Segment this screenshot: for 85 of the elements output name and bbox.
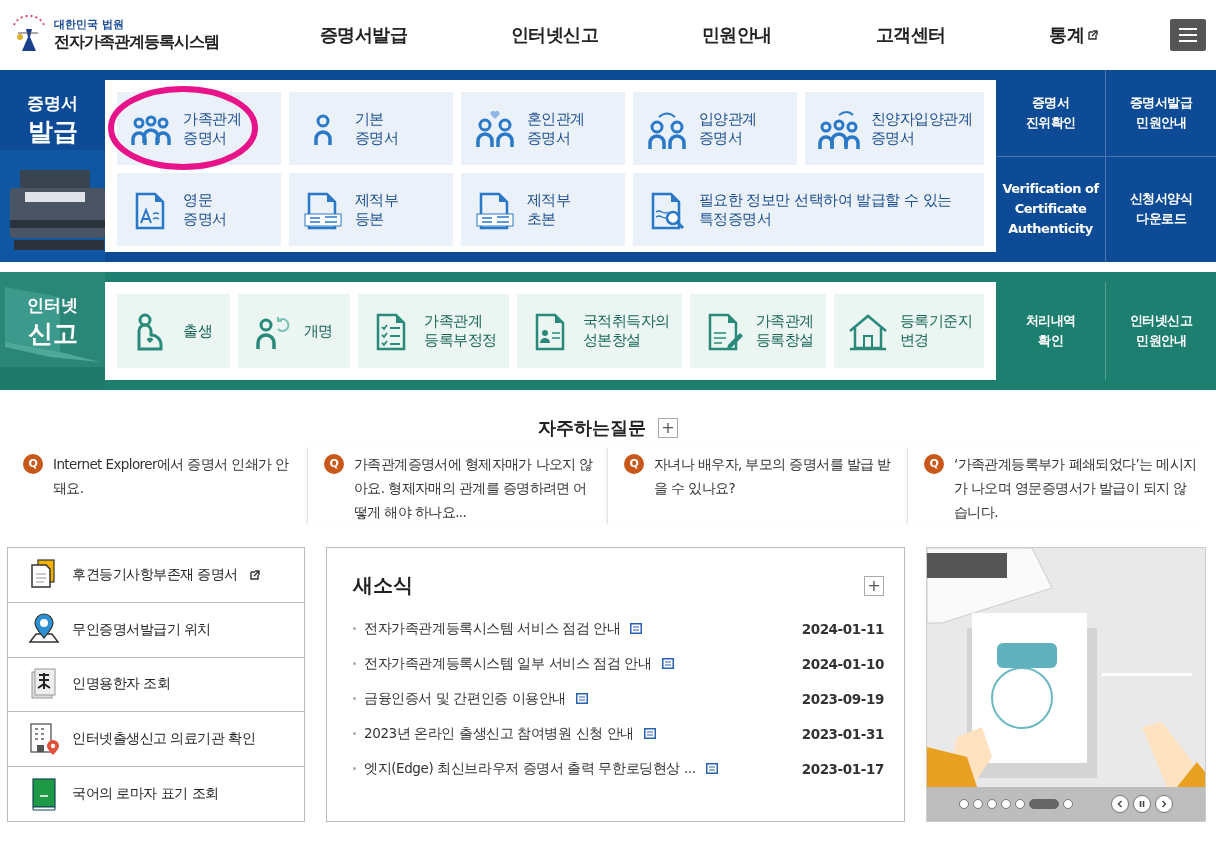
pause-button[interactable]	[1133, 795, 1151, 813]
bullet-icon	[353, 732, 356, 735]
slide-dot[interactable]	[973, 799, 983, 809]
more-button[interactable]: +	[864, 575, 884, 596]
service-tile[interactable]: 혼인관계 증명서	[460, 92, 625, 165]
memo-icon	[630, 623, 643, 634]
faq-item[interactable]: Q ‘가족관계등록부가 폐쇄되었다’는 메시지가 나오며 영문증명서가 발급이 되지 않습니다.	[907, 448, 1207, 524]
news-link[interactable]: 엣지(Edge) 최신브라우저 증명서 출력 무한로딩현상 ...	[364, 759, 696, 778]
service-tile[interactable]: 제적부 등본	[288, 173, 453, 246]
shortcut-link[interactable]: 인명용한자 조회	[8, 657, 304, 713]
quick-link[interactable]: 처리내역 확인	[996, 282, 1106, 380]
quick-link[interactable]: Verification of Certificate Authenticity	[996, 156, 1106, 262]
service-tile[interactable]: 국적취득자의 성본창설	[516, 294, 682, 368]
news-link[interactable]: 전자가족관계등록시스템 서비스 점검 안내	[364, 619, 621, 638]
more-button[interactable]: +	[658, 418, 678, 438]
adoption3-icon	[816, 108, 861, 149]
news-date: 2024-01-10	[801, 655, 884, 672]
service-tile[interactable]: 개명	[237, 294, 350, 368]
slide-dot[interactable]	[959, 799, 969, 809]
slide-dot[interactable]	[1001, 799, 1011, 809]
menu-button[interactable]	[1170, 19, 1206, 51]
section-title: 발급	[26, 116, 79, 148]
faq-item[interactable]: Q 가족관계증명서에 형제자매가 나오지 않아요. 형제자매의 관계를 증명하려면 어떻게 해야 하나요...	[307, 448, 607, 524]
nav-link[interactable]: 통계	[1049, 23, 1099, 47]
section-title: 증명서	[26, 92, 79, 115]
news-link[interactable]: 금융인증서 및 간편인증 이용안내	[364, 689, 567, 708]
quick-link[interactable]: 증명서발급 민원안내	[1106, 70, 1216, 157]
service-tile[interactable]: 입양관계 증명서	[632, 92, 797, 165]
news-date: 2024-01-11	[801, 620, 884, 637]
nav-link[interactable]: 인터넷신고	[510, 23, 599, 47]
external-link-icon	[249, 569, 260, 580]
news-date: 2023-09-19	[801, 690, 884, 707]
memo-icon	[705, 763, 718, 774]
memo-icon	[643, 728, 656, 739]
chevron-right-icon	[1160, 800, 1168, 808]
bullet-icon	[353, 662, 356, 665]
pause-icon	[1138, 800, 1146, 808]
question-badge: Q	[924, 454, 944, 474]
nav-link[interactable]: 증명서발급	[319, 23, 408, 47]
service-tile[interactable]: 등록기준지 변경	[833, 294, 984, 368]
next-button[interactable]	[1155, 795, 1173, 813]
service-tile[interactable]: 제적부 초본	[460, 173, 625, 246]
memo-icon	[576, 693, 589, 704]
menu-icon	[1179, 28, 1197, 42]
service-tile[interactable]: 가족관계 등록부정정	[358, 294, 509, 368]
service-tile[interactable]: 영문 증명서	[117, 173, 281, 246]
external-link-icon	[1088, 30, 1099, 40]
quick-link[interactable]: 증명서 진위확인	[996, 70, 1106, 157]
nav-link[interactable]: 고객센터	[875, 23, 946, 47]
question-badge: Q	[624, 454, 644, 474]
news-date: 2023-01-31	[801, 725, 884, 742]
service-tile[interactable]: 필요한 정보만 선택하여 발급할 수 있는 특정증명서	[632, 173, 984, 246]
service-tile[interactable]: 출생	[117, 294, 230, 368]
service-tile[interactable]: 기본 증명서	[288, 92, 453, 165]
service-tile[interactable]: 가족관계 등록창설	[689, 294, 826, 368]
question-badge: Q	[324, 454, 344, 474]
quick-link[interactable]: 신청서양식 다운로드	[1106, 156, 1216, 262]
org-name: 대한민국 법원	[54, 17, 125, 32]
memo-icon	[661, 658, 674, 669]
faq-item[interactable]: Q Internet Explorer에서 증명서 인쇄가 안돼요.	[7, 448, 307, 524]
news-date: 2023-01-17	[801, 760, 884, 777]
nav-link[interactable]: 민원안내	[702, 23, 772, 47]
news-link[interactable]: 전자가족관계등록시스템 일부 서비스 점검 안내	[364, 654, 652, 673]
service-tile[interactable]: 친양자입양관계 증명서	[804, 92, 984, 165]
bullet-icon	[353, 627, 356, 630]
slide-dot[interactable]	[1015, 799, 1025, 809]
shortcut-link[interactable]: 인터넷출생신고 의료기관 확인	[8, 712, 304, 768]
slide-dot[interactable]	[987, 799, 997, 809]
chevron-left-icon	[1116, 800, 1124, 808]
question-badge: Q	[23, 454, 43, 474]
quick-link[interactable]: 인터넷신고 민원안내	[1106, 282, 1216, 380]
shortcut-link[interactable]: 국어의 로마자 표기 조회	[8, 767, 304, 821]
shortcut-link[interactable]: 무인증명서발급기 위치	[8, 602, 304, 658]
news-link[interactable]: 2023년 온라인 출생신고 참여병원 신청 안내	[364, 724, 634, 743]
slide-dot[interactable]	[1063, 799, 1073, 809]
faq-item[interactable]: Q 자녀나 배우자, 부모의 증명서를 발급 받을 수 있나요?	[607, 448, 907, 524]
previous-button[interactable]	[1111, 795, 1129, 813]
section-title: 신고	[26, 318, 79, 350]
site-title[interactable]: 전자가족관계등록시스템	[54, 32, 219, 53]
section-heading: 자주하는질문	[538, 416, 646, 440]
section-heading: 새소식	[353, 572, 413, 599]
shortcut-link[interactable]: 후견등기사항부존재 증명서	[8, 548, 304, 603]
bullet-icon	[353, 697, 356, 700]
section-title: 인터넷	[26, 294, 79, 317]
bullet-icon	[353, 767, 356, 770]
